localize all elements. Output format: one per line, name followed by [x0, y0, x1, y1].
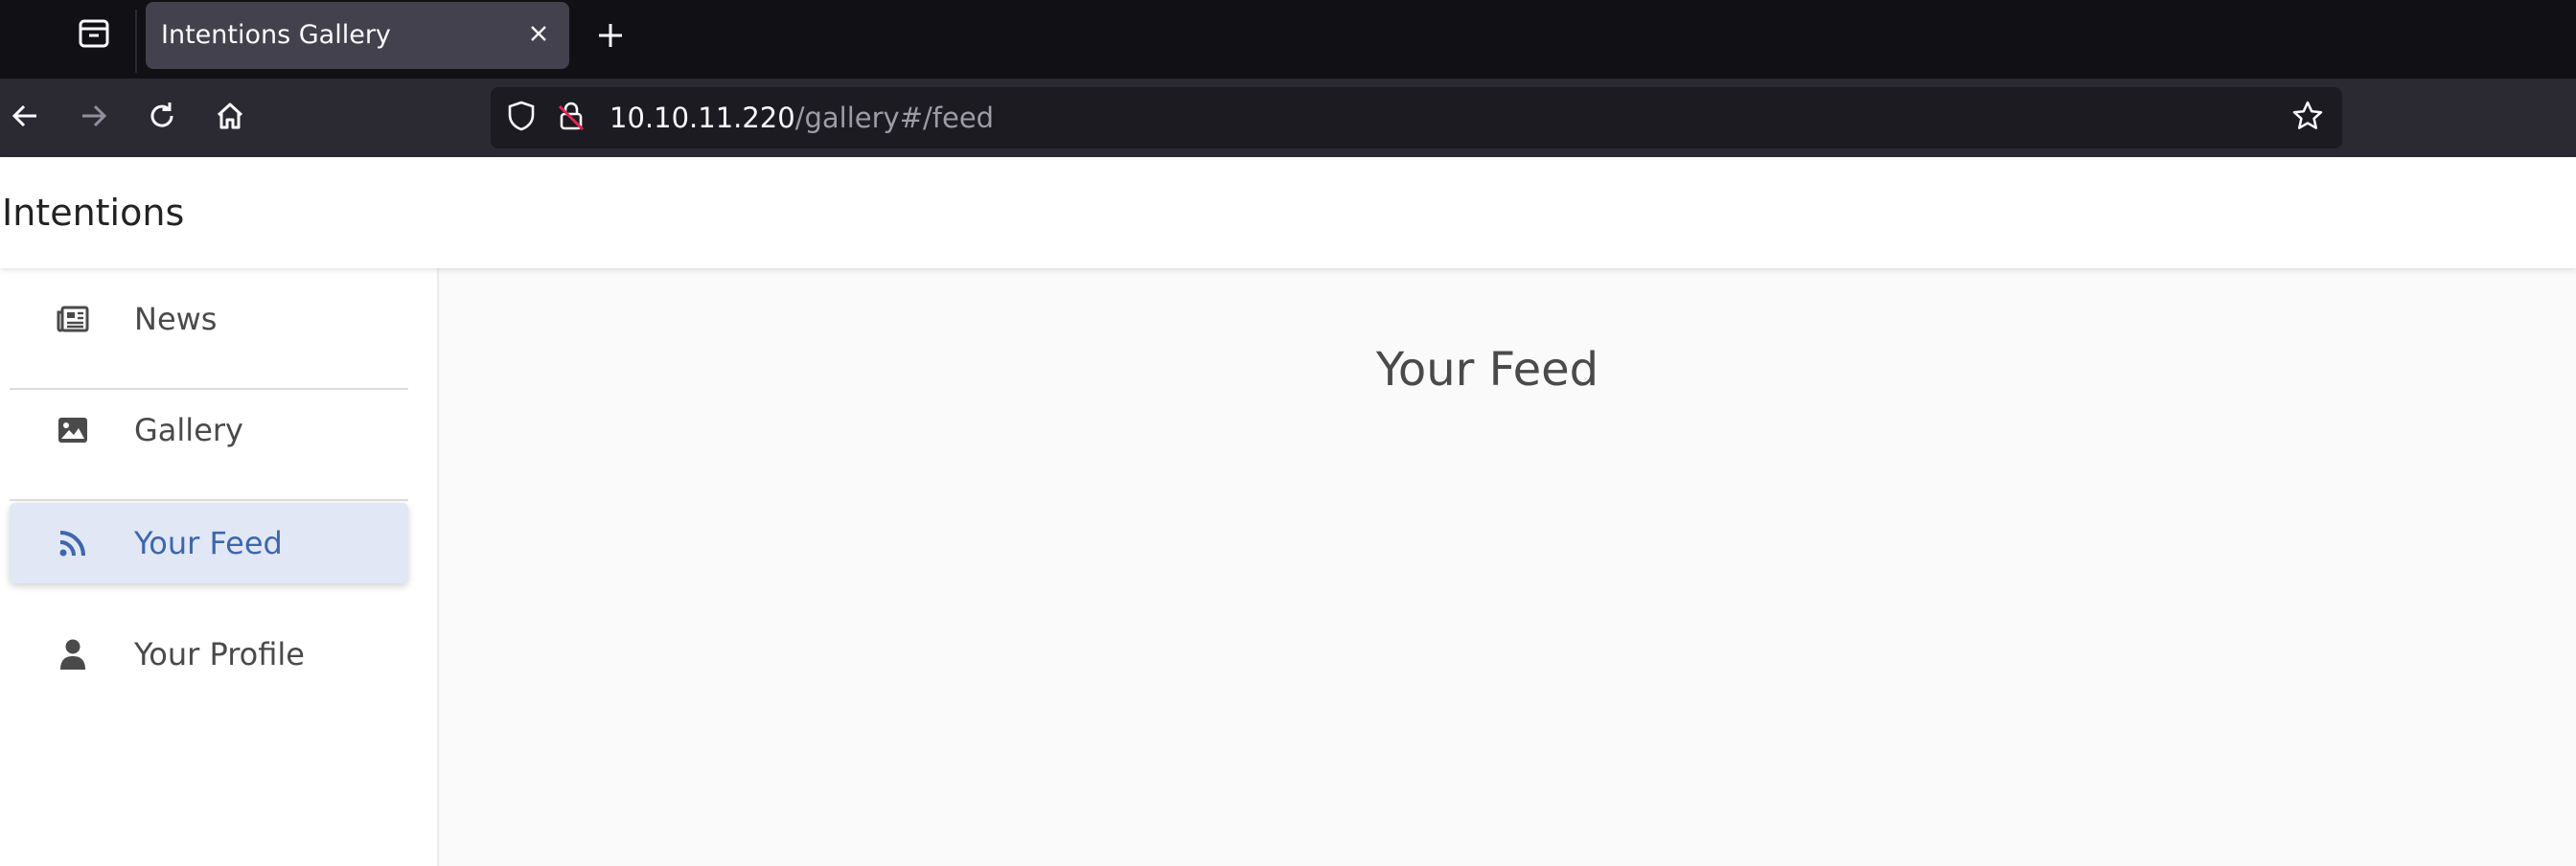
image-icon — [56, 413, 90, 447]
url-host: 10.10.11.220 — [610, 102, 795, 134]
close-icon — [529, 24, 548, 47]
insecure-lock-icon — [557, 101, 586, 135]
browser-nav-bar: 10.10.11.220/gallery#/feed — [0, 79, 2576, 157]
forward-button[interactable] — [71, 95, 117, 141]
arrow-left-icon — [11, 102, 39, 134]
plus-icon — [597, 22, 624, 53]
tab-close-button[interactable] — [521, 18, 556, 53]
page-viewport: Intentions News Gallery Your Feed Your P… — [0, 157, 2576, 866]
tab-title: Intentions Gallery — [161, 20, 391, 50]
site-security-button[interactable] — [554, 101, 588, 135]
sidebar-item-label: News — [134, 301, 218, 337]
sidebar-item-label: Your Feed — [134, 525, 283, 561]
sidebar-item-gallery[interactable]: Gallery — [10, 390, 408, 470]
home-icon — [215, 101, 245, 135]
newspaper-icon — [56, 302, 90, 336]
page-title: Your Feed — [1375, 343, 1599, 397]
sidebar-item-your-profile[interactable]: Your Profile — [10, 614, 408, 695]
browser-tab-active[interactable]: Intentions Gallery — [146, 2, 569, 69]
sidebar-item-label: Gallery — [134, 412, 243, 448]
reload-icon — [147, 101, 177, 135]
sidebar-item-your-feed[interactable]: Your Feed — [10, 503, 408, 583]
user-icon — [56, 637, 90, 672]
home-button[interactable] — [207, 95, 253, 141]
back-button[interactable] — [2, 95, 48, 141]
app-title[interactable]: Intentions — [2, 157, 184, 268]
arrow-right-icon — [80, 102, 108, 134]
sidebar-item-label: Your Profile — [134, 636, 305, 672]
sidebar-divider — [10, 499, 408, 501]
reload-button[interactable] — [139, 95, 185, 141]
sidebar-item-news[interactable]: News — [10, 279, 408, 359]
url-path: /gallery#/feed — [794, 102, 995, 134]
star-icon — [2291, 100, 2324, 136]
bookmark-button[interactable] — [2288, 99, 2327, 137]
rss-icon — [56, 526, 90, 560]
tabstrip-separator — [135, 10, 137, 73]
new-tab-button[interactable] — [588, 15, 632, 59]
app-header: Intentions — [0, 157, 2576, 268]
shield-icon — [507, 101, 536, 135]
url-text[interactable]: 10.10.11.220/gallery#/feed — [610, 87, 994, 148]
tab-list-icon — [78, 19, 110, 52]
url-bar[interactable]: 10.10.11.220/gallery#/feed — [491, 87, 2342, 148]
tab-list-button[interactable] — [69, 16, 119, 55]
tracking-protection-button[interactable] — [504, 101, 539, 135]
browser-tab-strip: Intentions Gallery — [0, 0, 2576, 79]
sidebar: News Gallery Your Feed Your Profile — [0, 268, 439, 866]
